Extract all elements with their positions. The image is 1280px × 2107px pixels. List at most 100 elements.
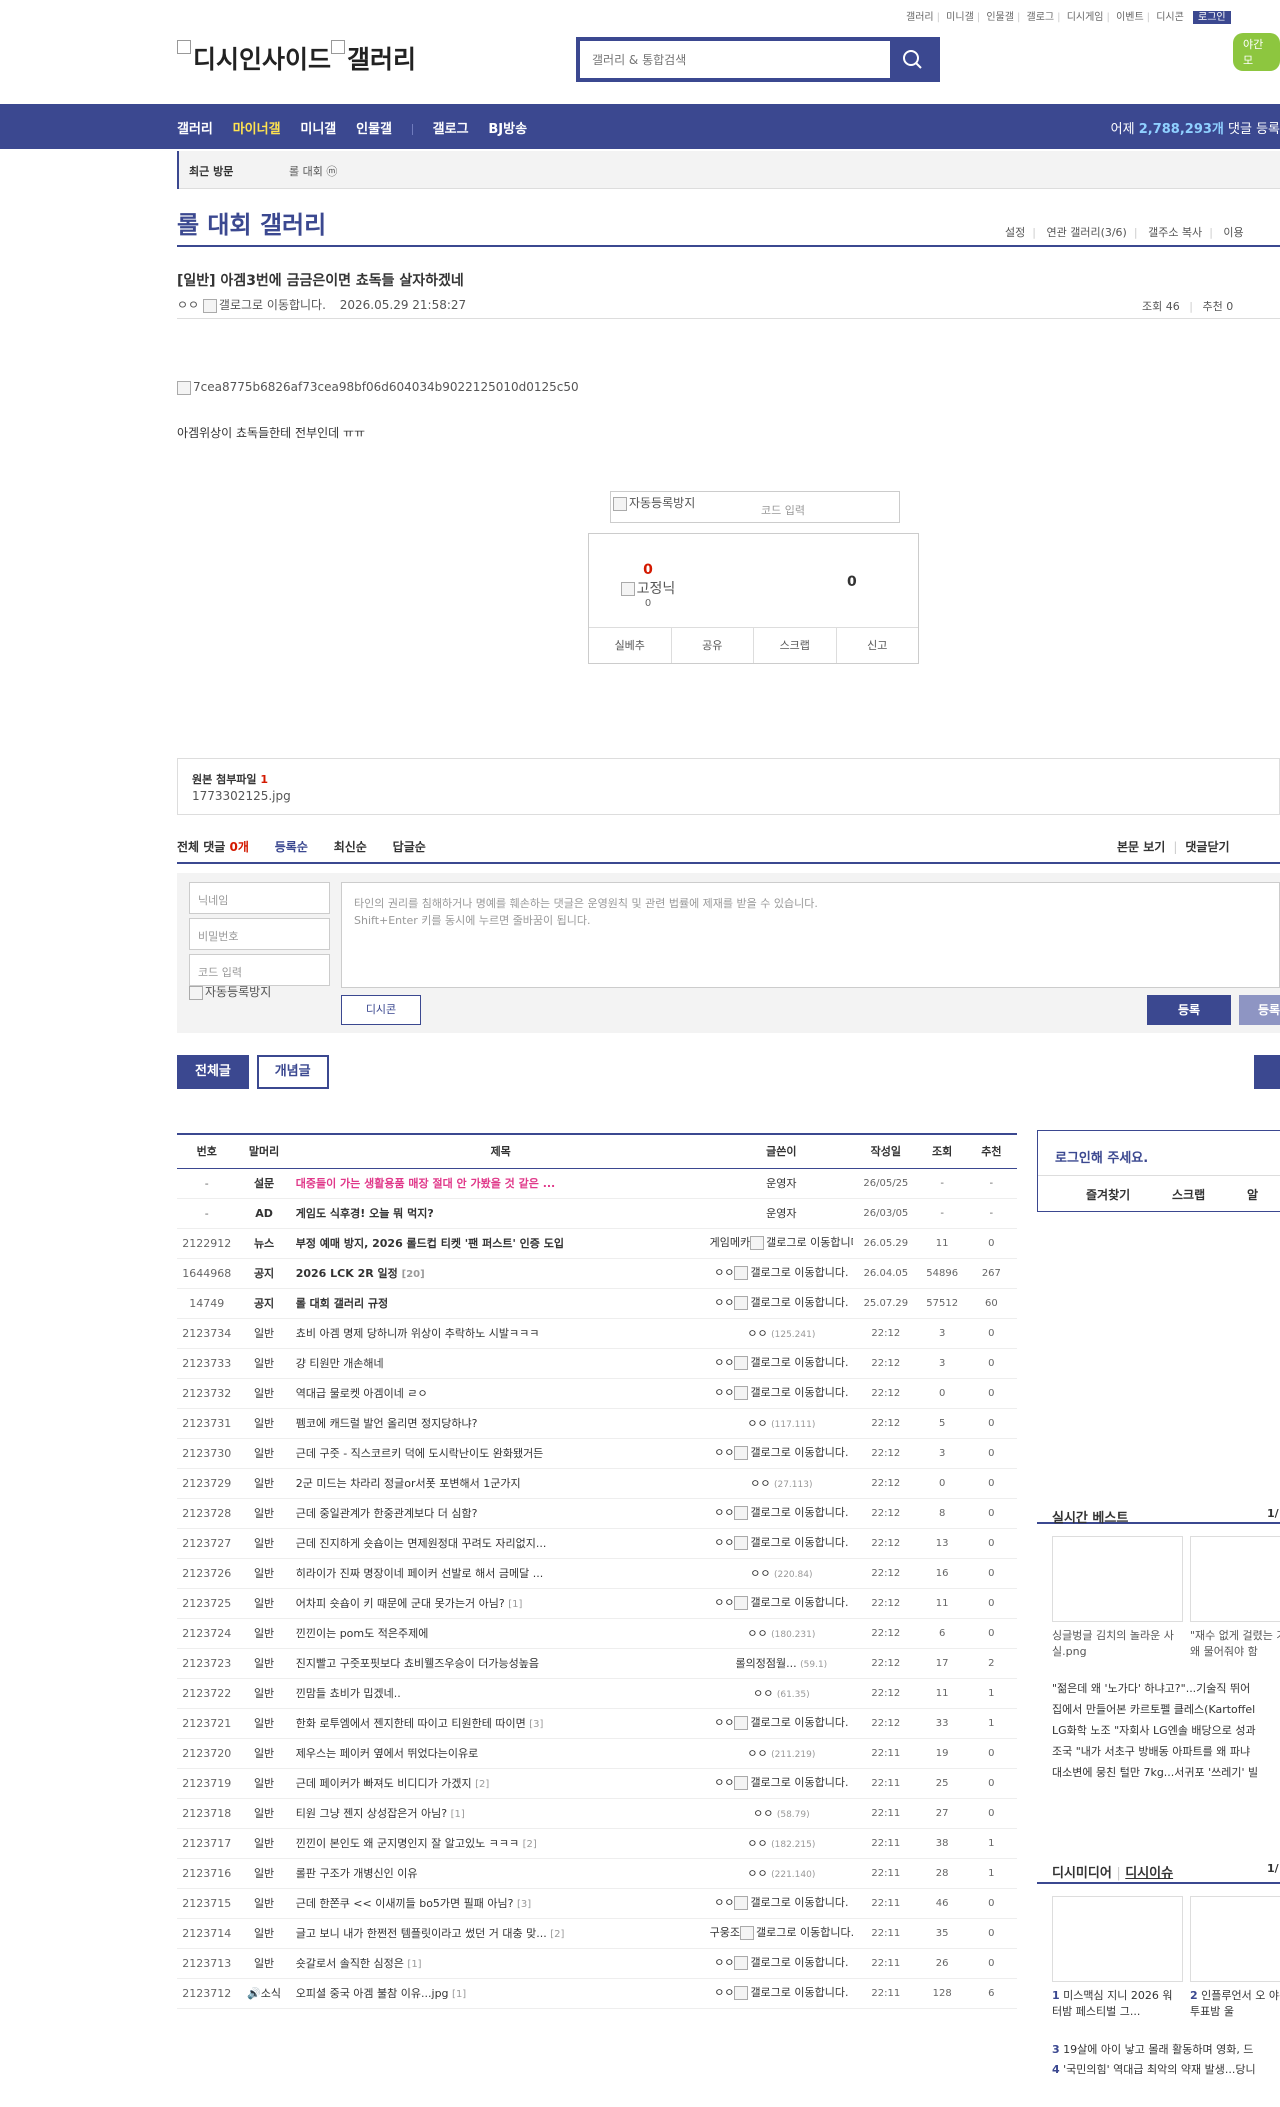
table-row[interactable]: 2123723 일반 진지빨고 구줏포핏보다 쵸비웰즈우승이 더가능성높음 롤의정점월… [177, 1648, 1017, 1679]
cell-title[interactable]: 근데 구줏 - 직스코르키 덕에 도시락난이도 완화됐거든 [291, 1438, 710, 1469]
best-line-3[interactable]: LG화학 노조 "자회사 LG엔솔 배당으로 성과 [1052, 1720, 1280, 1741]
alarm-tab[interactable]: 알 [1247, 1188, 1258, 1202]
media-thumb-1[interactable] [1052, 1896, 1183, 1982]
table-row[interactable]: 14749 공지 롤 대회 갤러리 규정 ㅇㅇ 갤로그로 이동합니다. 25.07.29 5… [177, 1288, 1017, 1319]
media-title[interactable]: 디시미디어 | 디시이슈 [1052, 1862, 1173, 1881]
sort-reply[interactable]: 답글순 [393, 840, 426, 854]
cell-title[interactable]: 낀낀이 본인도 왜 군지명인지 잘 알고있노 ㅋㅋㅋ [2] [291, 1828, 710, 1859]
table-row[interactable]: - AD 게임도 식후경! 오늘 뭐 먹지? 운영자 26/03/05- - [177, 1198, 1017, 1229]
reply-count[interactable]: [1] [508, 1599, 522, 1610]
comment-textarea[interactable]: 타인의 권리를 침해하거나 명예를 훼손하는 댓글은 운영원칙 및 관련 법률에… [341, 882, 1280, 988]
comment-submit-alt-button[interactable]: 등록 [1239, 995, 1280, 1025]
table-row[interactable]: 2123728 일반 근데 중일관계가 한중관계보다 더 심함? ㅇㅇ 갤로그로 이동합… [177, 1498, 1017, 1529]
top-link-event[interactable]: 이벤트 [1116, 12, 1144, 23]
night-mode-button[interactable]: 야간 모 [1233, 33, 1280, 71]
gallog-link[interactable]: 갤로그로 이동합니다. [750, 1986, 848, 1999]
cell-title[interactable]: 부정 예매 방지, 2026 롤드컵 티켓 '팬 퍼스트' 인증 도입 [291, 1228, 710, 1259]
reply-count[interactable]: [20] [402, 1269, 425, 1280]
cell-writer[interactable]: ㅇㅇ 갤로그로 이동합니다. [709, 1588, 854, 1619]
media-thumb-2[interactable] [1190, 1896, 1280, 1982]
password-input[interactable]: 비밀번호 [189, 918, 330, 950]
cell-writer[interactable]: ㅇㅇ 갤로그로 이동합니다. [709, 1348, 854, 1379]
cell-title[interactable]: 한화 로투엠에서 젠지한테 따이고 티원한테 따이면 [3] [291, 1708, 710, 1739]
cell-title[interactable]: 대중들이 가는 생활용품 매장 절대 안 가봤을 것 같은 ... [291, 1168, 710, 1199]
table-row[interactable]: 2123721 일반 한화 로투엠에서 젠지한테 따이고 티원한테 따이면 [3] ㅇ… [177, 1708, 1017, 1739]
site-logo[interactable]: 디시인사이드 갤러리 [177, 40, 416, 76]
cell-title[interactable]: 쵸비 아겜 명제 당하니까 위상이 추락하노 시발ㅋㅋㅋ [291, 1318, 710, 1349]
cell-writer[interactable]: ㅇㅇ (211.219) [709, 1738, 854, 1769]
sort-registered[interactable]: 등록순 [275, 840, 308, 854]
top-link-game[interactable]: 디시게임 [1067, 12, 1104, 23]
table-row[interactable]: 2123733 일반 걍 티원만 개손해네 ㅇㅇ 갤로그로 이동합니다. 22:12 3 0 [177, 1348, 1017, 1379]
cell-title[interactable]: 글고 보니 내가 한쩐전 템플릿이라고 썼던 거 대충 맞... [2] [291, 1918, 710, 1949]
cell-title[interactable]: 진지빨고 구줏포핏보다 쵸비웰즈우승이 더가능성높음 [291, 1648, 710, 1679]
gallog-link[interactable]: 갤로그로 이동합니다. [750, 1356, 848, 1369]
cell-title[interactable]: 근데 진지하게 숏숍이는 면제원정대 꾸려도 자리없지... [291, 1528, 710, 1559]
table-row[interactable]: 2123734 일반 쵸비 아겜 명제 당하니까 위상이 추락하노 시발ㅋㅋㅋ ㅇㅇ … [177, 1318, 1017, 1349]
cell-writer[interactable]: 게임메카갤로그로 이동합니다. [709, 1228, 854, 1259]
table-row[interactable]: 2123724 일반 낀낀이는 pom도 적은주제에 ㅇㅇ (180.231) 22:1… [177, 1618, 1017, 1649]
real-best-button[interactable]: 실베추 [589, 628, 672, 663]
cell-title[interactable]: 숏갈로서 솔직한 심정은 [1] [291, 1948, 710, 1979]
scrap-button[interactable]: 스크랩 [754, 628, 837, 663]
settings-link[interactable]: 설정 [1005, 226, 1025, 239]
cell-title[interactable]: 2026 LCK 2R 일정 [20] [291, 1258, 710, 1289]
gallog-link[interactable]: 갤로그로 이동합니다. [750, 1296, 848, 1309]
favorites-tab[interactable]: 즐겨찾기 [1086, 1188, 1130, 1202]
cell-writer[interactable]: ㅇㅇ 갤로그로 이동합니다. [709, 1288, 854, 1319]
cell-title[interactable]: 어차피 숏숍이 키 때문에 군대 못가는거 아님? [1] [291, 1588, 710, 1619]
top-link-dccon[interactable]: 디시콘 [1156, 12, 1184, 23]
top-link-gallog[interactable]: 갤로그 [1027, 12, 1055, 23]
cell-title[interactable]: 근데 한쫀쿠 << 이새끼들 bo5가면 필패 아님? [3] [291, 1888, 710, 1919]
table-row[interactable]: 2123714 일반 글고 보니 내가 한쩐전 템플릿이라고 썼던 거 대충 맞..… [177, 1918, 1017, 1949]
cell-title[interactable]: 낀낀이는 pom도 적은주제에 [291, 1618, 710, 1649]
media-caption-2[interactable]: 2 인플루언서 오 야간 투표밤 울 [1190, 1988, 1280, 2020]
cell-writer[interactable]: ㅇㅇ 갤로그로 이동합니다. [709, 1258, 854, 1289]
nav-gallery[interactable]: 갤러리 [177, 122, 213, 137]
cell-writer[interactable]: ㅇㅇ (220.84) [709, 1558, 854, 1589]
best-line-5[interactable]: 대소변에 뭉친 털만 7kg...서귀포 '쓰레기' 빌 [1052, 1762, 1280, 1783]
best-line-2[interactable]: 집에서 만들어본 카르토펠 클레스(Kartoffel [1052, 1699, 1280, 1720]
best-caption-2[interactable]: "재수 없게 걸렸는 가 왜 물어줘야 함 [1190, 1628, 1280, 1660]
cell-title[interactable]: 2군 미드는 차라리 정글or서폿 포변해서 1군가지 [291, 1468, 710, 1499]
best-line-1[interactable]: "젊은데 왜 '노가다' 하냐고?"...기술직 뛰어 [1052, 1678, 1280, 1699]
table-row[interactable]: 1644968 공지 2026 LCK 2R 일정 [20] ㅇㅇ 갤로그로 이동합니다… [177, 1258, 1017, 1289]
table-row[interactable]: 2122912 뉴스 부정 예매 방지, 2026 롤드컵 티켓 '팬 퍼스트' 인… [177, 1228, 1017, 1259]
cell-writer[interactable]: ㅇㅇ (180.231) [709, 1618, 854, 1649]
reply-count[interactable]: [3] [517, 1899, 531, 1910]
table-row[interactable]: - 설문 대중들이 가는 생활용품 매장 절대 안 가봤을 것 같은 ... 운영자 2… [177, 1168, 1017, 1199]
cell-writer[interactable]: ㅇㅇ (58.79) [709, 1798, 854, 1829]
cell-writer[interactable]: ㅇㅇ 갤로그로 이동합니다. [709, 1948, 854, 1979]
top-link-person[interactable]: 인물갤 [986, 12, 1014, 23]
cell-writer[interactable]: ㅇㅇ 갤로그로 이동합니다. [709, 1978, 854, 2009]
cell-title[interactable]: 롤판 구조가 개병신인 이유 [291, 1858, 710, 1889]
search-button[interactable] [890, 41, 936, 78]
best-thumb-2[interactable] [1190, 1536, 1280, 1622]
downvote-count[interactable]: 0 [847, 574, 857, 590]
reply-count[interactable]: [1] [452, 1989, 466, 2000]
nav-mini[interactable]: 미니갤 [300, 122, 336, 137]
table-row[interactable]: 2123727 일반 근데 진지하게 숏숍이는 면제원정대 꾸려도 자리없지... ㅇ… [177, 1528, 1017, 1559]
cell-writer[interactable]: ㅇㅇ 갤로그로 이동합니다. [709, 1438, 854, 1469]
cell-title[interactable]: 근데 중일관계가 한중관계보다 더 심함? [291, 1498, 710, 1529]
table-row[interactable]: 2123713 일반 숏갈로서 솔직한 심정은 [1] ㅇㅇ 갤로그로 이동합니다. 22… [177, 1948, 1017, 1979]
cell-title[interactable]: 티원 그냥 젠지 상성잡은거 아님? [1] [291, 1798, 710, 1829]
reply-count[interactable]: [2] [475, 1779, 489, 1790]
table-row[interactable]: 2123712 🔊소식 오피셜 중국 아겜 불참 이유...jpg [1] ㅇㅇ 갤로그… [177, 1978, 1017, 2009]
cell-title[interactable]: 오피셜 중국 아겜 불참 이유...jpg [1] [291, 1978, 710, 2009]
gallog-link[interactable]: 갤로그로 이동합니다. [750, 1956, 848, 1969]
cell-title[interactable]: 걍 티원만 개손해네 [291, 1348, 710, 1379]
table-row[interactable]: 2123730 일반 근데 구줏 - 직스코르키 덕에 도시락난이도 완화됐거든 ㅇㅇ… [177, 1438, 1017, 1469]
best-line-4[interactable]: 조국 "내가 서초구 방배동 아파트를 왜 파냐 [1052, 1741, 1280, 1762]
nickname-input[interactable]: 닉네임 [189, 882, 330, 914]
table-row[interactable]: 2123717 일반 낀낀이 본인도 왜 군지명인지 잘 알고있노 ㅋㅋㅋ [2] ㅇ… [177, 1828, 1017, 1859]
table-row[interactable]: 2123725 일반 어차피 숏숍이 키 때문에 군대 못가는거 아님? [1] ㅇㅇ… [177, 1588, 1017, 1619]
cell-writer[interactable]: 롤의정점월... (59.1) [709, 1648, 854, 1679]
cell-title[interactable]: 히라이가 진짜 명장이네 페이커 선발로 해서 금메달 ... [291, 1558, 710, 1589]
reply-count[interactable]: [2] [523, 1839, 537, 1850]
cell-title[interactable]: 제우스는 페이커 옆에서 뛰었다는이유로 [291, 1738, 710, 1769]
cell-writer[interactable]: ㅇㅇ (182.215) [709, 1828, 854, 1859]
table-row[interactable]: 2123719 일반 근데 페이커가 빠져도 비디디가 가겠지 [2] ㅇㅇ 갤로그로 … [177, 1768, 1017, 1799]
table-row[interactable]: 2123722 일반 낀맘들 쵸비가 밉겠네.. ㅇㅇ (61.35) 22:12 11 1 [177, 1678, 1017, 1709]
sort-latest[interactable]: 최신순 [334, 840, 367, 854]
